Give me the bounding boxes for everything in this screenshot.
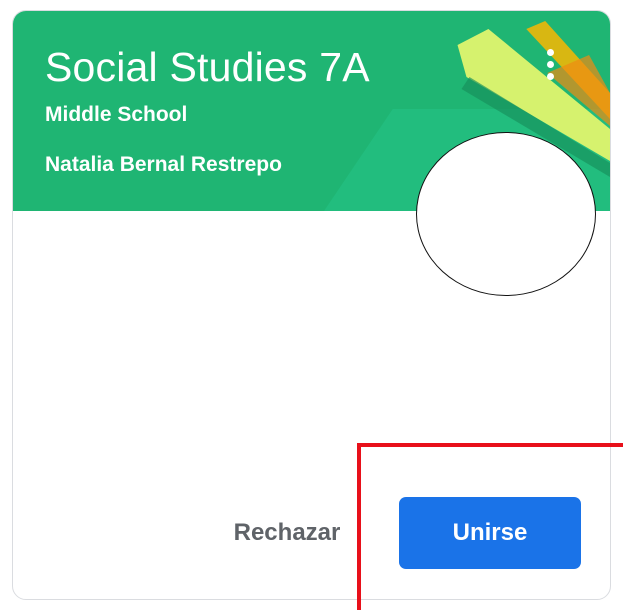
more-vert-icon-dot-bottom: [547, 73, 554, 80]
class-section: Middle School: [45, 103, 188, 126]
more-vert-icon-dot-middle: [547, 61, 554, 68]
teacher-avatar: [416, 132, 596, 296]
join-button[interactable]: Unirse: [399, 497, 581, 569]
decline-button[interactable]: Rechazar: [217, 497, 357, 569]
screen: Social Studies 7A Middle School Natalia …: [0, 0, 623, 610]
class-title[interactable]: Social Studies 7A: [45, 44, 370, 90]
more-vert-icon-dot-top: [547, 49, 554, 56]
teacher-name: Natalia Bernal Restrepo: [45, 153, 282, 176]
class-invite-card: Social Studies 7A Middle School Natalia …: [12, 10, 611, 600]
more-options-button[interactable]: [539, 43, 563, 87]
